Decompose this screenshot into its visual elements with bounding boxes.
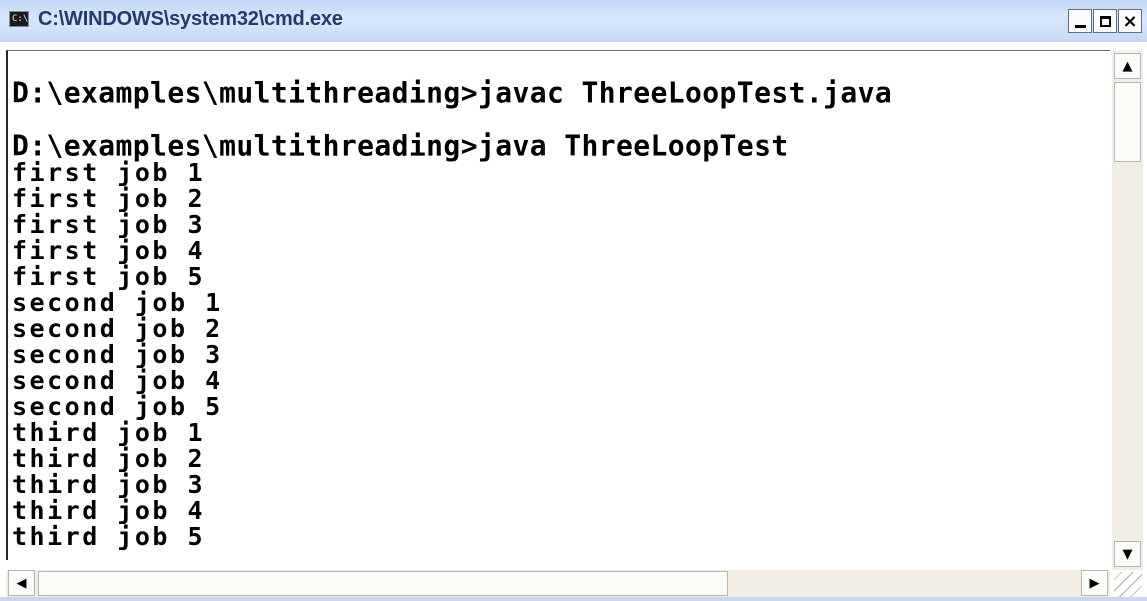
cmd-app-icon[interactable]: C:\ bbox=[9, 11, 29, 27]
console-output-line: first job 3 bbox=[12, 210, 206, 239]
maximize-icon bbox=[1099, 15, 1111, 27]
maximize-button[interactable] bbox=[1093, 9, 1117, 33]
console-output-line: first job 1 bbox=[12, 158, 206, 187]
console-output-line: second job 4 bbox=[12, 366, 223, 395]
console-output-line: third job 3 bbox=[12, 470, 206, 499]
console-output-line: first job 4 bbox=[12, 236, 206, 265]
console-command-line: D:\examples\multithreading>java ThreeLoo… bbox=[12, 128, 789, 163]
right-arrow-icon: ▶ bbox=[1089, 575, 1100, 591]
scroll-right-button[interactable]: ▶ bbox=[1081, 570, 1108, 596]
console-output-line: second job 3 bbox=[12, 340, 223, 369]
minimize-icon bbox=[1074, 24, 1086, 28]
vertical-scroll-thumb[interactable] bbox=[1114, 82, 1141, 162]
title-bar[interactable]: C:\ C:\WINDOWS\system32\cmd.exe × bbox=[0, 0, 1147, 42]
scroll-down-button[interactable]: ▼ bbox=[1114, 541, 1141, 567]
horizontal-scrollbar[interactable]: ◀ ▶ bbox=[6, 570, 1110, 597]
console-output-line: third job 5 bbox=[12, 522, 206, 551]
left-arrow-icon: ◀ bbox=[16, 575, 27, 591]
scroll-left-button[interactable]: ◀ bbox=[8, 570, 35, 596]
console-output-line: third job 1 bbox=[12, 418, 206, 447]
console-command-line: D:\examples\multithreading>javac ThreeLo… bbox=[12, 75, 893, 110]
console-output-line: second job 2 bbox=[12, 314, 223, 343]
horizontal-scroll-thumb[interactable] bbox=[38, 571, 728, 596]
scroll-up-button[interactable]: ▲ bbox=[1114, 53, 1141, 79]
console-output-line: third job 4 bbox=[12, 496, 206, 525]
window-frame-bottom bbox=[0, 597, 1147, 601]
minimize-button[interactable] bbox=[1068, 9, 1092, 33]
vertical-scrollbar[interactable]: ▲ ▼ bbox=[1112, 50, 1143, 570]
down-arrow-icon: ▼ bbox=[1122, 546, 1133, 562]
console-output-area[interactable]: D:\examples\multithreading>javac ThreeLo… bbox=[6, 50, 1110, 560]
console-output-line: third job 2 bbox=[12, 444, 206, 473]
console-output-line: first job 2 bbox=[12, 184, 206, 213]
close-button[interactable]: × bbox=[1118, 9, 1142, 33]
window-title: C:\WINDOWS\system32\cmd.exe bbox=[38, 8, 343, 30]
console-output-line: first job 5 bbox=[12, 262, 206, 291]
resize-grip-icon[interactable] bbox=[1114, 572, 1142, 598]
close-icon: × bbox=[1122, 10, 1138, 32]
console-output-line: second job 5 bbox=[12, 392, 223, 421]
console-output-line: second job 1 bbox=[12, 288, 223, 317]
up-arrow-icon: ▲ bbox=[1122, 58, 1133, 74]
